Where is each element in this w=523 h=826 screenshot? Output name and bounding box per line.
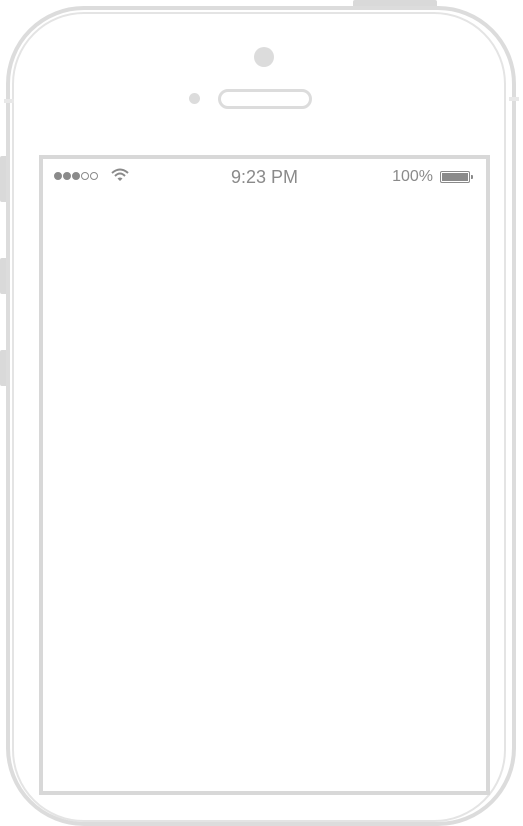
battery-icon <box>440 171 470 183</box>
battery-fill <box>442 173 468 181</box>
volume-down-button[interactable] <box>0 350 6 386</box>
battery-tip <box>471 175 473 179</box>
proximity-sensor-icon <box>189 93 200 104</box>
antenna-band-left <box>4 99 14 103</box>
mute-switch[interactable] <box>0 156 6 202</box>
phone-screen[interactable]: 9:23 PM 100% <box>39 155 490 795</box>
power-button[interactable] <box>353 0 437 6</box>
battery-percentage: 100% <box>392 168 433 185</box>
antenna-band-right <box>509 97 519 101</box>
volume-up-button[interactable] <box>0 258 6 294</box>
status-bar: 9:23 PM 100% <box>43 159 486 193</box>
earpiece-speaker-icon <box>218 89 312 109</box>
front-camera-icon <box>254 47 274 67</box>
